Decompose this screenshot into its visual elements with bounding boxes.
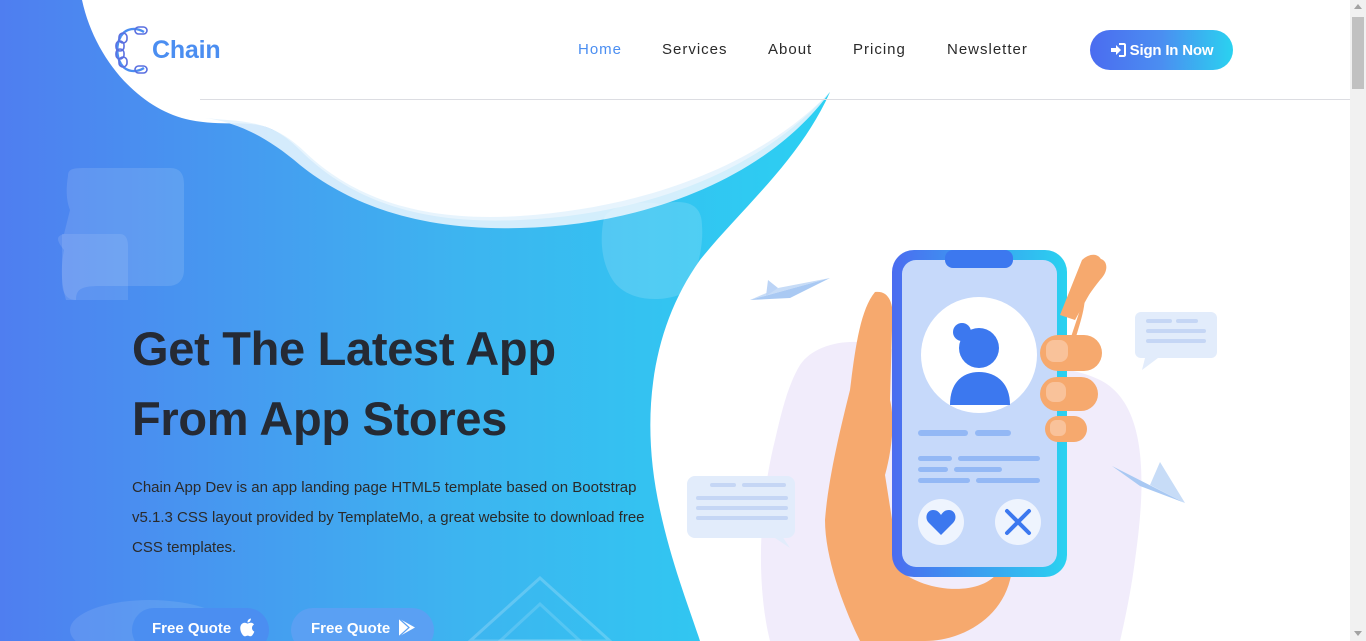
free-quote-play-button[interactable]: Free Quote — [291, 608, 434, 641]
header-divider — [200, 99, 1350, 100]
chain-logo-icon — [114, 26, 150, 74]
apple-icon — [239, 618, 255, 637]
hero-title-line-1: Get The Latest App — [132, 322, 556, 375]
nav-services[interactable]: Services — [662, 38, 728, 62]
free-quote-label: Free Quote — [311, 620, 391, 637]
google-play-icon — [398, 618, 416, 637]
free-quote-label: Free Quote — [152, 620, 232, 637]
hero-title: Get The Latest App From App Stores — [132, 314, 652, 454]
sign-in-icon — [1110, 43, 1126, 57]
free-quote-apple-button[interactable]: Free Quote — [132, 608, 269, 641]
logo[interactable]: Chain — [114, 26, 221, 74]
logo-text: Chain — [152, 35, 221, 64]
scroll-up-arrow-icon[interactable] — [1354, 4, 1362, 9]
nav-pricing[interactable]: Pricing — [853, 38, 906, 62]
phone-illustration — [680, 240, 1240, 641]
nav-home[interactable]: Home — [578, 38, 622, 62]
sign-in-label: Sign In Now — [1129, 41, 1214, 59]
sign-in-button[interactable]: Sign In Now — [1090, 30, 1233, 70]
nav-newsletter[interactable]: Newsletter — [947, 38, 1028, 62]
page-scrollbar[interactable] — [1350, 0, 1366, 641]
scrollbar-thumb[interactable] — [1352, 17, 1364, 89]
hero-title-line-2: From App Stores — [132, 392, 508, 445]
nav-about[interactable]: About — [768, 38, 812, 62]
site-header: Chain Home Services About Pricing Newsle… — [0, 0, 1350, 100]
scroll-down-arrow-icon[interactable] — [1354, 631, 1362, 636]
hero-description: Chain App Dev is an app landing page HTM… — [132, 479, 645, 556]
